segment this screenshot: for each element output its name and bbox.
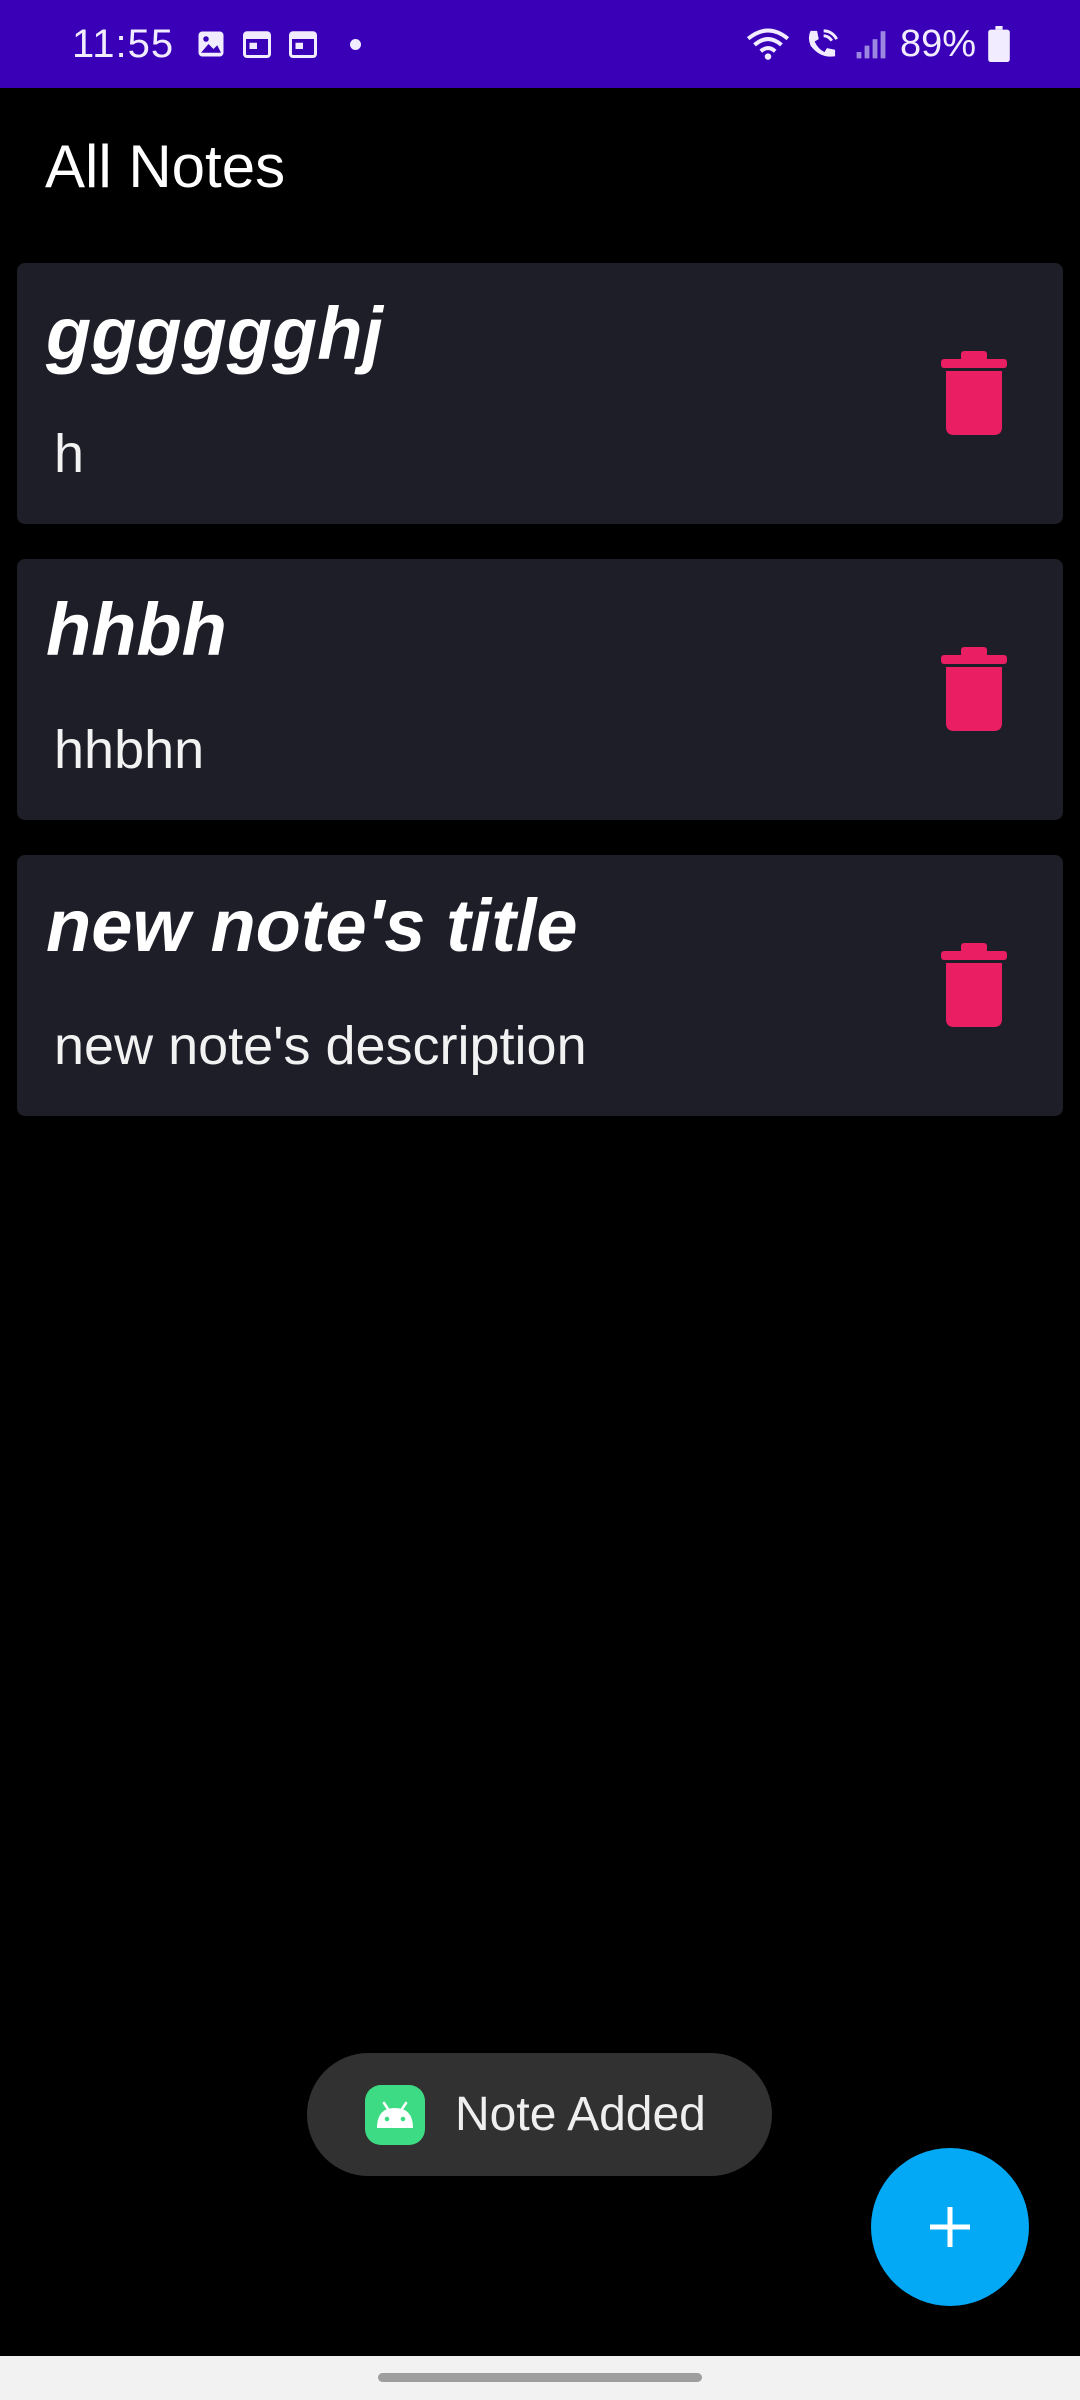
battery-icon (988, 26, 1010, 62)
status-left: 11:55 (72, 21, 362, 67)
toast-message: Note Added (455, 2088, 706, 2141)
navigation-bar (0, 2356, 1080, 2400)
calendar-icon (243, 31, 272, 58)
signal-icon (856, 31, 886, 59)
note-description: new note's description (54, 1016, 587, 1076)
android-icon (365, 2084, 425, 2145)
delete-icon[interactable] (941, 943, 1007, 1027)
status-bar: 11:55 89% (0, 0, 1080, 88)
note-card[interactable]: gggggghj h (17, 263, 1063, 524)
page-title: All Notes (45, 133, 286, 200)
notes-list: gggggghj h hhbh hhbhn new note's title n… (17, 263, 1063, 1151)
notification-dot (350, 38, 362, 50)
note-title: new note's title (46, 884, 578, 967)
wifi-icon (746, 28, 789, 60)
plus-icon (930, 2207, 970, 2247)
calendar-icon (289, 31, 318, 58)
status-right: 89% (746, 23, 1010, 66)
wifi-call-icon (808, 29, 838, 57)
toast: Note Added (307, 2053, 772, 2176)
add-note-button[interactable] (871, 2148, 1029, 2306)
note-description: hhbhn (54, 720, 205, 780)
home-gesture-handle[interactable] (378, 2373, 702, 2382)
gallery-icon (198, 31, 224, 57)
note-card[interactable]: new note's title new note's description (17, 855, 1063, 1116)
note-title: hhbh (46, 588, 227, 671)
status-time: 11:55 (72, 21, 175, 66)
delete-icon[interactable] (941, 647, 1007, 731)
note-card[interactable]: hhbh hhbhn (17, 559, 1063, 820)
note-description: h (54, 424, 85, 484)
battery-percent: 89% (899, 22, 976, 65)
delete-icon[interactable] (941, 351, 1007, 435)
note-title: gggggghj (46, 292, 383, 375)
